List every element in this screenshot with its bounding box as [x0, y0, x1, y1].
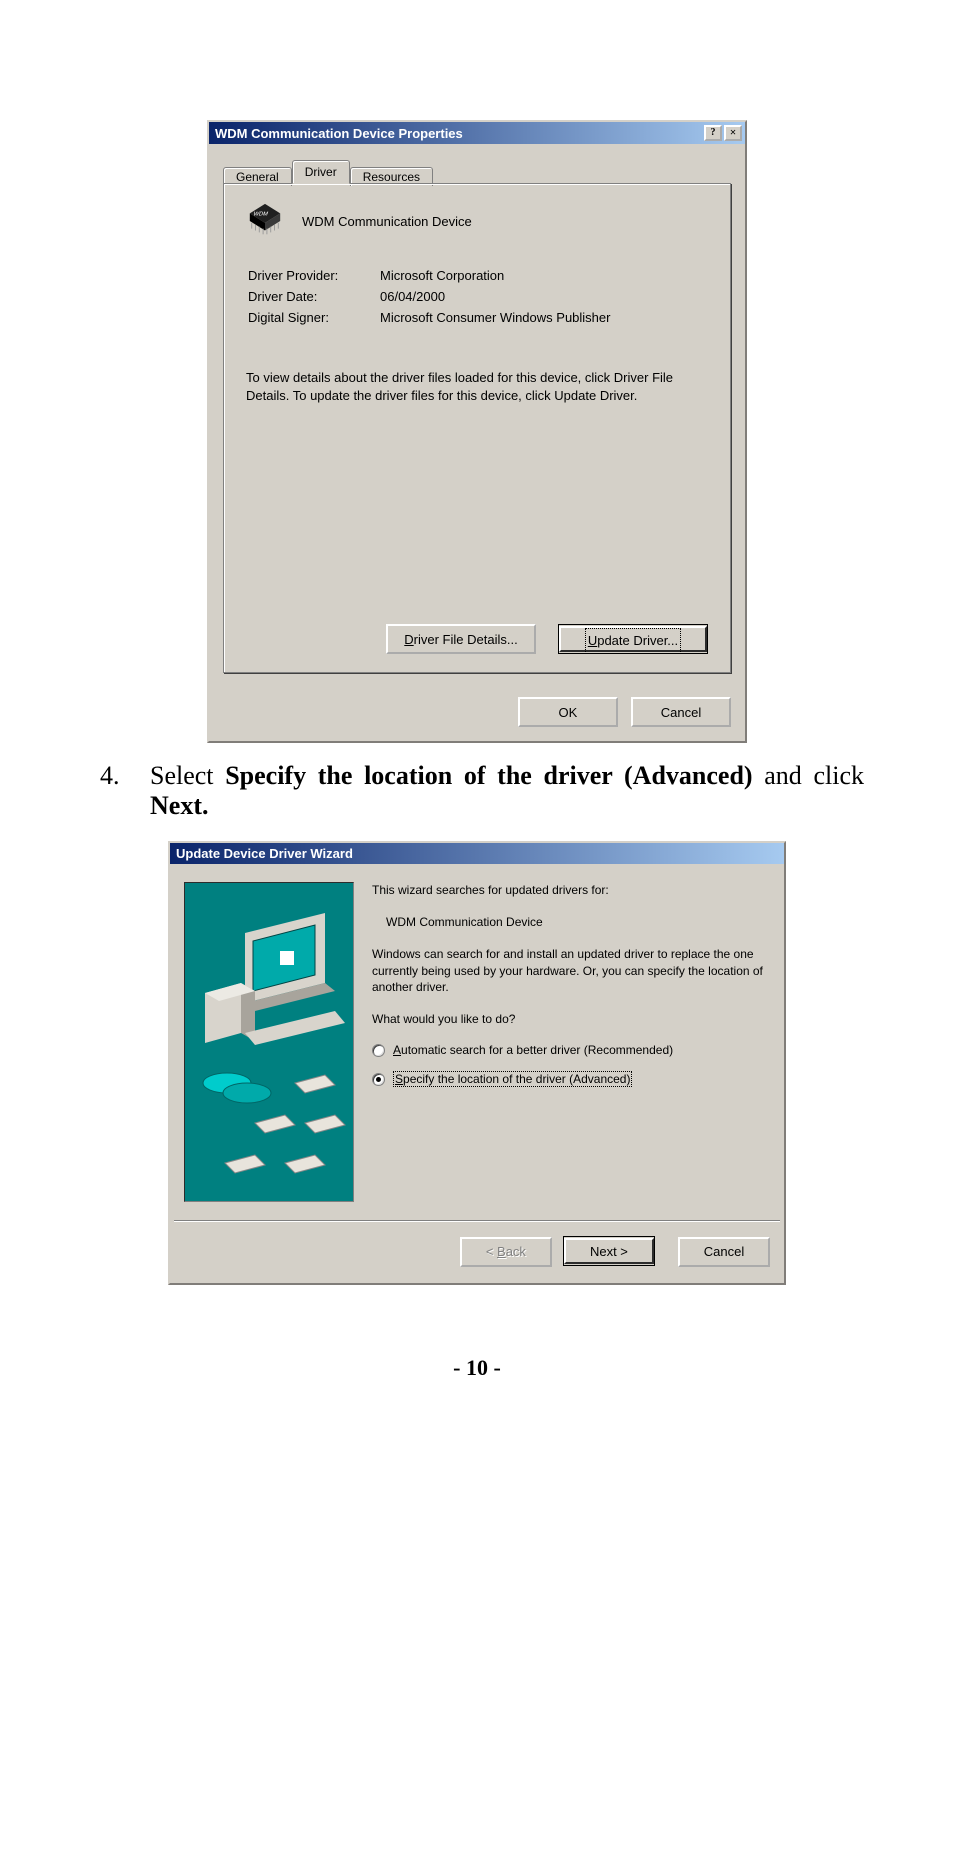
titlebar: WDM Communication Device Properties ? ✕	[209, 122, 745, 144]
radio-auto-search[interactable]: Automatic search for a better driver (Re…	[372, 1043, 770, 1057]
back-button: < Back	[460, 1237, 552, 1267]
signer-value: Microsoft Consumer Windows Publisher	[380, 308, 610, 327]
date-value: 06/04/2000	[380, 287, 610, 306]
tab-driver[interactable]: Driver	[292, 160, 350, 184]
signer-label: Digital Signer:	[248, 308, 378, 327]
update-driver-button[interactable]: Update Driver...	[558, 624, 708, 654]
tab-row: General Driver Resources	[223, 158, 731, 183]
step-text: Select Specify the location of the drive…	[150, 761, 864, 821]
dialog-title: WDM Communication Device Properties	[215, 126, 702, 141]
page-number: - 10 -	[90, 1355, 864, 1381]
wizard-titlebar: Update Device Driver Wizard	[170, 843, 784, 864]
provider-label: Driver Provider:	[248, 266, 378, 285]
device-chip-icon: WDM	[246, 202, 284, 240]
radio-auto-label: Automatic search for a better driver (Re…	[393, 1043, 673, 1057]
svg-text:WDM: WDM	[252, 211, 268, 217]
properties-dialog: WDM Communication Device Properties ? ✕ …	[207, 120, 747, 743]
wizard-desc: Windows can search for and install an up…	[372, 946, 770, 995]
close-button[interactable]: ✕	[724, 125, 742, 141]
step-number: 4.	[90, 761, 150, 821]
radio-icon	[372, 1044, 385, 1057]
ok-button[interactable]: OK	[518, 697, 618, 727]
driver-info-table: Driver Provider: Microsoft Corporation D…	[246, 264, 612, 329]
wizard-title: Update Device Driver Wizard	[176, 846, 781, 861]
help-button[interactable]: ?	[704, 125, 722, 141]
cancel-button[interactable]: Cancel	[631, 697, 731, 727]
radio-specify-location[interactable]: Specify the location of the driver (Adva…	[372, 1071, 770, 1087]
radio-icon	[372, 1073, 385, 1086]
device-name: WDM Communication Device	[302, 214, 472, 229]
driver-help-text: To view details about the driver files l…	[246, 369, 708, 404]
next-button[interactable]: Next >	[563, 1236, 655, 1266]
update-driver-wizard-dialog: Update Device Driver Wizard	[168, 841, 786, 1285]
wizard-question: What would you like to do?	[372, 1011, 770, 1027]
radio-specify-label: Specify the location of the driver (Adva…	[393, 1071, 632, 1087]
instruction-step-4: 4. Select Specify the location of the dr…	[90, 761, 864, 821]
driver-file-details-button[interactable]: Driver File Details...	[386, 624, 536, 654]
wizard-cancel-button[interactable]: Cancel	[678, 1237, 770, 1267]
wizard-intro: This wizard searches for updated drivers…	[372, 882, 770, 898]
wizard-device-name: WDM Communication Device	[386, 914, 770, 930]
provider-value: Microsoft Corporation	[380, 266, 610, 285]
date-label: Driver Date:	[248, 287, 378, 306]
wizard-side-graphic	[184, 882, 354, 1202]
driver-tab-panel: WDM WDM Communication Device Driver Prov…	[223, 183, 731, 673]
